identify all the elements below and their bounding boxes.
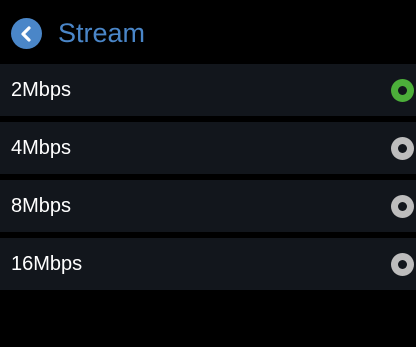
option-label: 8Mbps bbox=[11, 195, 72, 217]
radio-button[interactable] bbox=[391, 195, 414, 218]
option-row-8mbps[interactable]: 8Mbps bbox=[0, 180, 416, 232]
option-row-16mbps[interactable]: 16Mbps bbox=[0, 238, 416, 290]
back-button[interactable] bbox=[11, 18, 42, 49]
option-label: 16Mbps bbox=[11, 253, 83, 275]
radio-dot bbox=[398, 260, 407, 269]
page-title: Stream bbox=[58, 18, 146, 48]
option-row-2mbps[interactable]: 2Mbps bbox=[0, 64, 416, 116]
option-row-4mbps[interactable]: 4Mbps bbox=[0, 122, 416, 174]
option-label: 4Mbps bbox=[11, 137, 72, 159]
radio-button[interactable] bbox=[391, 79, 414, 102]
option-label: 2Mbps bbox=[11, 79, 72, 101]
header-bar: Stream bbox=[0, 0, 416, 58]
radio-dot bbox=[398, 202, 407, 211]
radio-button[interactable] bbox=[391, 253, 414, 276]
chevron-left-icon bbox=[20, 25, 31, 42]
radio-button[interactable] bbox=[391, 137, 414, 160]
radio-dot bbox=[398, 86, 407, 95]
radio-dot bbox=[398, 144, 407, 153]
